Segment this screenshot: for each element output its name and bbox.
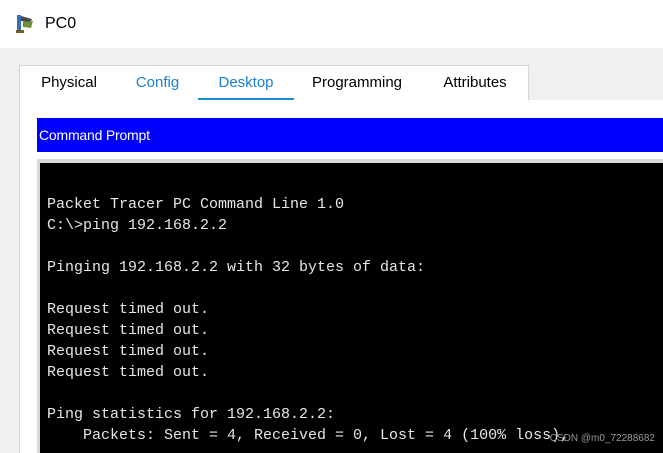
tab-programming[interactable]: Programming xyxy=(303,66,411,100)
terminal-output[interactable]: Packet Tracer PC Command Line 1.0 C:\>pi… xyxy=(40,163,663,453)
terminal-line: Request timed out. xyxy=(47,322,210,339)
terminal-line: Request timed out. xyxy=(47,364,210,381)
terminal-line: Ping statistics for 192.168.2.2: xyxy=(47,406,336,423)
watermark: CSDN @m0_72288682 xyxy=(549,433,655,444)
terminal-line: C:\>ping 192.168.2.2 xyxy=(47,217,228,234)
tab-attributes[interactable]: Attributes xyxy=(427,66,523,100)
tab-physical[interactable]: Physical xyxy=(28,66,110,100)
command-prompt-title: Command Prompt xyxy=(39,127,150,143)
pc-icon xyxy=(16,15,33,33)
terminal-line: Request timed out. xyxy=(47,301,210,318)
terminal-line: Pinging 192.168.2.2 with 32 bytes of dat… xyxy=(47,259,426,276)
tab-label: Config xyxy=(135,74,180,91)
tab-label: Programming xyxy=(311,74,403,91)
terminal-line: Packet Tracer PC Command Line 1.0 xyxy=(47,196,345,213)
title-bar: PC0 xyxy=(0,0,663,48)
tab-label: Desktop xyxy=(218,74,274,91)
tab-label: Physical xyxy=(41,74,97,91)
tab-config[interactable]: Config xyxy=(117,66,198,100)
terminal-line: Packets: Sent = 4, Received = 0, Lost = … xyxy=(47,427,570,444)
window-title: PC0 xyxy=(45,15,77,32)
terminal-line: Request timed out. xyxy=(47,343,210,360)
tab-label: Attributes xyxy=(443,74,507,91)
tab-bar: Physical Config Desktop Programming Attr… xyxy=(19,65,529,102)
command-prompt-header: Command Prompt xyxy=(37,118,663,152)
tab-desktop[interactable]: Desktop xyxy=(198,66,294,102)
